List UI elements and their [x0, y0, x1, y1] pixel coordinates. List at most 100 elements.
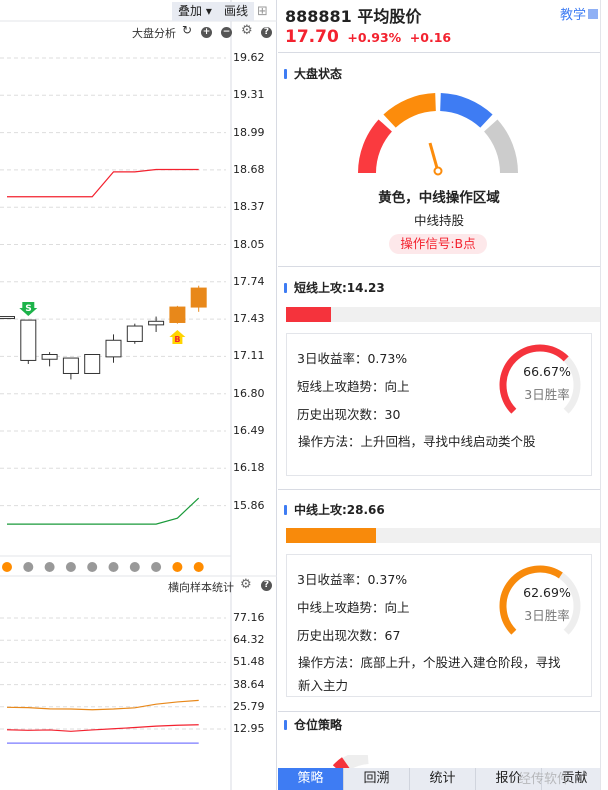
- signal-badge: 操作信号:B点: [389, 234, 487, 254]
- last-price: 17.70: [285, 27, 339, 47]
- lower-tick: 51.48: [233, 655, 265, 669]
- settings-icon[interactable]: ⚙: [241, 23, 253, 38]
- lower-red-line: [6, 724, 199, 732]
- signal-dot: [151, 562, 162, 572]
- watermark: 经传软件: [518, 772, 571, 787]
- mid-trend: 中线上攻趋势：向上: [297, 600, 410, 615]
- zoom-in-icon[interactable]: +: [201, 27, 212, 38]
- short-attack-title: 短线上攻:14.23: [284, 279, 385, 296]
- mid-attack-title: 中线上攻:28.66: [284, 501, 385, 518]
- price-tick: 18.68: [233, 162, 265, 176]
- position-strategy-title: 仓位策略: [284, 716, 342, 733]
- divider: [278, 266, 600, 267]
- change-percent: +0.93%: [347, 30, 402, 45]
- lower-tick: 38.64: [233, 677, 265, 691]
- short-trend: 短线上攻趋势：向上: [297, 379, 410, 394]
- candle-body: [190, 287, 207, 308]
- strategy-panel: 888881 平均股价 教学 17.70 +0.93% +0.16 大盘状态 黄…: [278, 0, 608, 790]
- market-gauge: [358, 93, 518, 176]
- price-tick: 16.18: [233, 461, 265, 475]
- gauge-blue-segment: [439, 93, 493, 128]
- lower-settings-icon[interactable]: ⚙: [240, 577, 252, 592]
- tab-backtrack[interactable]: 回溯: [344, 768, 410, 790]
- candle-body: [105, 339, 122, 358]
- help-icon[interactable]: ?: [261, 27, 272, 38]
- refresh-icon[interactable]: ↻: [182, 23, 192, 37]
- mid-count: 历史出现次数：67: [297, 628, 401, 643]
- candle-body: [0, 316, 15, 320]
- chart-panel[interactable]: S B 叠加 ▾ 画线 ⊞ 大盘分析 ↻ + − ⚙ ? 横向样本统计 ⚙ ? 1…: [0, 0, 277, 790]
- lower-help-icon[interactable]: ?: [261, 580, 272, 591]
- draw-button[interactable]: 画线: [218, 2, 255, 21]
- price-tick: 16.49: [233, 424, 265, 437]
- gauge-red-segment: [358, 119, 393, 174]
- signal-dot: [108, 562, 119, 572]
- price-tick: 18.05: [233, 237, 265, 251]
- price-line: 17.70 +0.93% +0.16: [285, 27, 451, 47]
- candle-body: [41, 354, 58, 360]
- sample-stats-label: 横向样本统计: [168, 581, 234, 594]
- candle-body: [62, 357, 79, 374]
- candle-body: [20, 319, 37, 361]
- checkbox-icon: [588, 9, 598, 19]
- mid-winrate: 62.69%: [523, 585, 571, 600]
- scrollbar[interactable]: [600, 0, 608, 790]
- lower-orange-line: [6, 699, 199, 711]
- candle-body: [126, 325, 143, 342]
- signal-dot: [2, 562, 12, 572]
- mid-method: 操作方法：底部上升，个股进入建仓阶段，寻找: [298, 655, 561, 670]
- price-tick: 17.11: [233, 349, 265, 363]
- market-status-text: 黄色，中线操作区域: [378, 190, 500, 206]
- lower-tick: 64.32: [233, 633, 265, 647]
- signal-dot: [172, 562, 183, 572]
- price-tick: 15.86: [233, 498, 265, 512]
- lower-tick: 25.79: [233, 699, 265, 713]
- mid-progress-bar: [286, 528, 600, 543]
- short-progress-bar: [286, 307, 600, 322]
- short-return: 3日收益率：0.73%: [297, 351, 408, 366]
- price-tick: 18.99: [233, 125, 265, 139]
- teach-link[interactable]: 教学: [560, 4, 598, 23]
- candle-body: [148, 320, 165, 326]
- price-tick: 17.43: [233, 312, 265, 326]
- buy-signal-label: B: [174, 335, 180, 344]
- mid-stats-card: 3日收益率：0.37% 中线上攻趋势：向上 历史出现次数：67 操作方法：底部上…: [286, 554, 592, 697]
- divider: [278, 711, 600, 712]
- sell-signal-label: S: [25, 304, 31, 314]
- gauge-orange-segment: [383, 93, 437, 128]
- market-status-title: 大盘状态: [284, 65, 342, 82]
- mid-return: 3日收益率：0.37%: [297, 572, 408, 587]
- price-tick: 18.37: [233, 200, 265, 214]
- zoom-out-icon[interactable]: −: [221, 27, 232, 38]
- tab-strategy[interactable]: 策略: [278, 768, 344, 790]
- price-tick: 19.31: [233, 88, 265, 102]
- short-count: 历史出现次数：30: [297, 407, 401, 422]
- candle-body: [169, 306, 186, 323]
- overlay-label: 叠加: [178, 4, 203, 18]
- overlay-button[interactable]: 叠加 ▾: [172, 2, 218, 21]
- stock-title: 888881 平均股价: [285, 7, 422, 26]
- red-line: [7, 168, 199, 198]
- lower-tick: 12.95: [233, 722, 265, 735]
- change-value: +0.16: [409, 30, 452, 45]
- price-tick: 19.62: [233, 51, 265, 64]
- tab-statistics[interactable]: 统计: [410, 768, 476, 790]
- layout-grid-icon[interactable]: ⊞: [257, 4, 268, 19]
- short-stats-card: 3日收益率：0.73% 短线上攻趋势：向上 历史出现次数：30 操作方法：上升回…: [286, 333, 592, 476]
- market-analysis-label: 大盘分析: [132, 27, 176, 40]
- price-tick: 17.74: [233, 274, 265, 288]
- signal-dot: [65, 562, 76, 572]
- price-tick: 16.80: [233, 386, 265, 400]
- short-winrate-label: 3日胜率: [524, 387, 570, 402]
- short-winrate: 66.67%: [523, 364, 571, 379]
- market-advice: 中线持股: [413, 213, 464, 228]
- gauge-pivot: [433, 166, 443, 176]
- green-line: [7, 497, 200, 525]
- signal-dot: [44, 562, 55, 572]
- lower-tick: 77.16: [233, 611, 265, 624]
- gauge-needle: [428, 142, 439, 169]
- signal-dot: [129, 562, 140, 572]
- teach-label: 教学: [559, 8, 586, 23]
- signal-dot: [23, 562, 34, 572]
- divider: [278, 52, 600, 53]
